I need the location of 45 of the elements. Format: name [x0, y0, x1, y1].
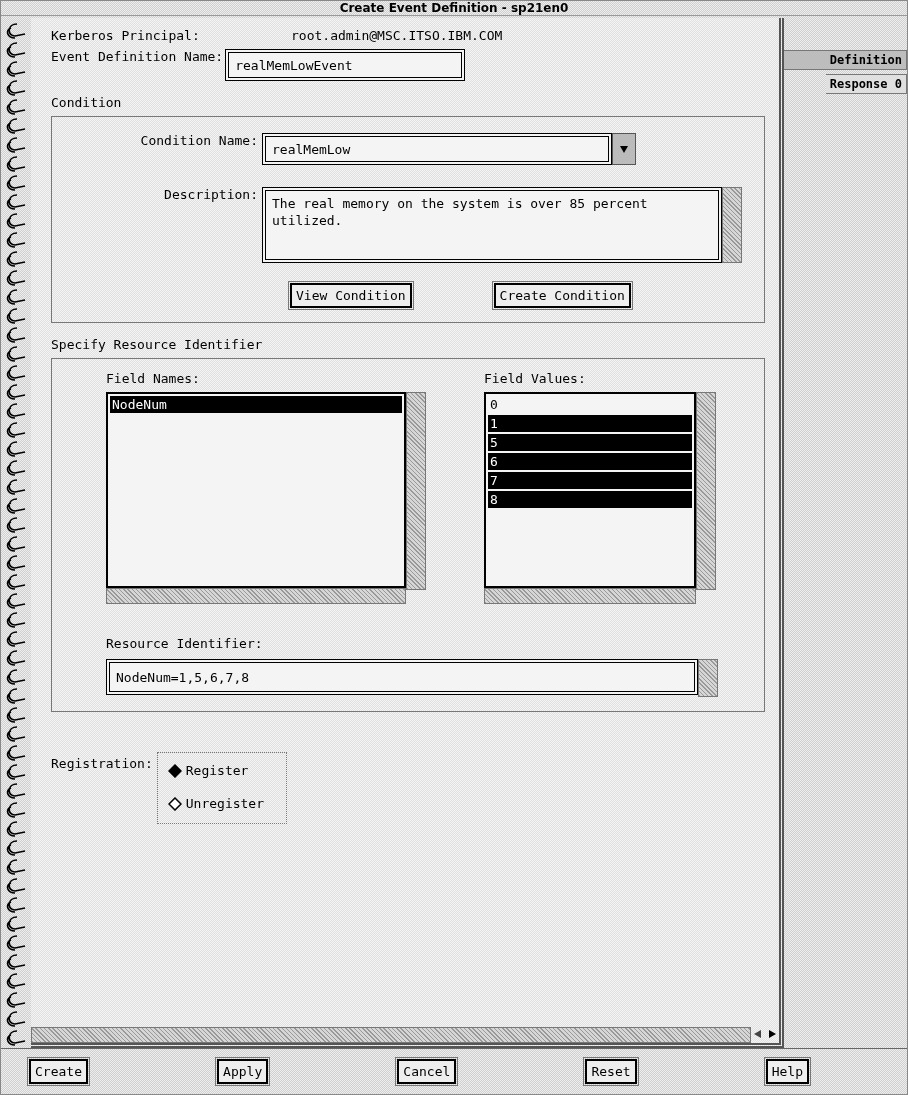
resource-heading: Specify Resource Identifier [51, 337, 263, 352]
scrollbar[interactable] [698, 659, 718, 697]
resource-identifier-label: Resource Identifier: [106, 636, 263, 651]
dialog-button[interactable]: Cancel [397, 1059, 457, 1084]
list-item[interactable]: 1 [488, 415, 692, 432]
scrollbar[interactable] [31, 1027, 751, 1043]
registration-label: Registration: [51, 755, 153, 773]
description-field[interactable]: The real memory on the system is over 85 percent utilized. [262, 187, 722, 263]
dialog-button[interactable]: Apply [217, 1059, 269, 1084]
description-label: Description: [163, 187, 259, 202]
event-name-field[interactable]: realMemLowEvent [225, 49, 466, 81]
field-values-list[interactable]: 0 1 5 6 7 8 [484, 392, 696, 588]
scrollbar[interactable] [696, 392, 716, 590]
list-item[interactable]: 6 [488, 453, 692, 470]
window-title: Create Event Definition - sp21en0 [339, 1, 569, 15]
event-name-label: Event Definition Name: [51, 49, 224, 64]
list-item[interactable]: NodeNum [110, 396, 402, 413]
dialog-button[interactable]: Reset [585, 1059, 637, 1084]
radio-diamond-icon[interactable] [167, 796, 182, 811]
resource-identifier-field[interactable]: NodeNum=1,5,6,7,8 [106, 659, 698, 695]
radio-diamond-icon[interactable] [167, 763, 182, 778]
field-values-label: Field Values: [484, 371, 587, 386]
dialog-button[interactable]: Help [765, 1059, 809, 1084]
scrollbar[interactable] [106, 588, 406, 604]
condition-button[interactable]: View Condition [290, 283, 412, 308]
scrollbar[interactable] [406, 392, 426, 590]
dropdown-arrow-icon [619, 144, 629, 154]
field-names-label: Field Names: [106, 371, 201, 386]
radio-label[interactable]: Unregister [185, 796, 265, 811]
field-names-list[interactable]: NodeNum [106, 392, 406, 588]
condition-button[interactable]: Create Condition [493, 283, 631, 308]
condition-heading: Condition [51, 95, 122, 110]
notebook-tab[interactable]: Definition [784, 50, 907, 70]
condition-name-label: Condition Name: [139, 133, 259, 148]
scrollbar[interactable] [722, 187, 742, 263]
principal-value: root.admin@MSC.ITSO.IBM.COM [291, 28, 503, 43]
list-item[interactable]: 5 [488, 434, 692, 451]
notebook-tab[interactable]: Response 0 [825, 74, 907, 94]
list-item[interactable]: 0 [488, 396, 692, 413]
principal-label: Kerberos Principal: [51, 28, 201, 43]
scrollbar[interactable] [484, 588, 696, 604]
list-item[interactable]: 7 [488, 472, 692, 489]
list-item[interactable]: 8 [488, 491, 692, 508]
radio-label[interactable]: Register [185, 763, 249, 778]
dialog-button[interactable]: Create [29, 1059, 88, 1084]
